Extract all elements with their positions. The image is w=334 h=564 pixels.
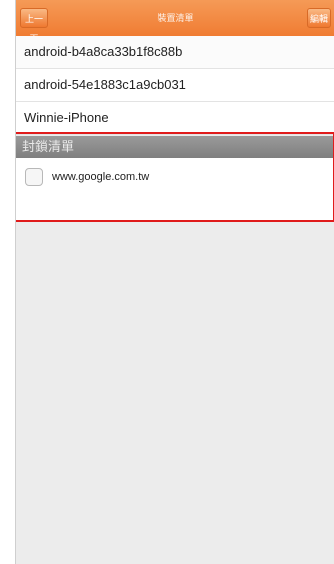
- back-button[interactable]: 上一頁: [20, 8, 48, 44]
- app-screen: 裝置清單 上一頁 編輯 android-b4a8ca33b1f8c88b and…: [15, 0, 334, 564]
- device-item[interactable]: android-b4a8ca33b1f8c88b: [16, 36, 334, 69]
- edit-button[interactable]: 編輯: [307, 8, 331, 28]
- top-nav-bar: 裝置清單 上一頁 編輯: [16, 0, 334, 44]
- highlight-box: [16, 132, 334, 222]
- page-title: 裝置清單: [157, 13, 194, 23]
- device-item[interactable]: android-54e1883c1a9cb031: [16, 69, 334, 102]
- device-item[interactable]: Winnie-iPhone: [16, 102, 334, 135]
- device-list: android-b4a8ca33b1f8c88b android-54e1883…: [16, 36, 334, 135]
